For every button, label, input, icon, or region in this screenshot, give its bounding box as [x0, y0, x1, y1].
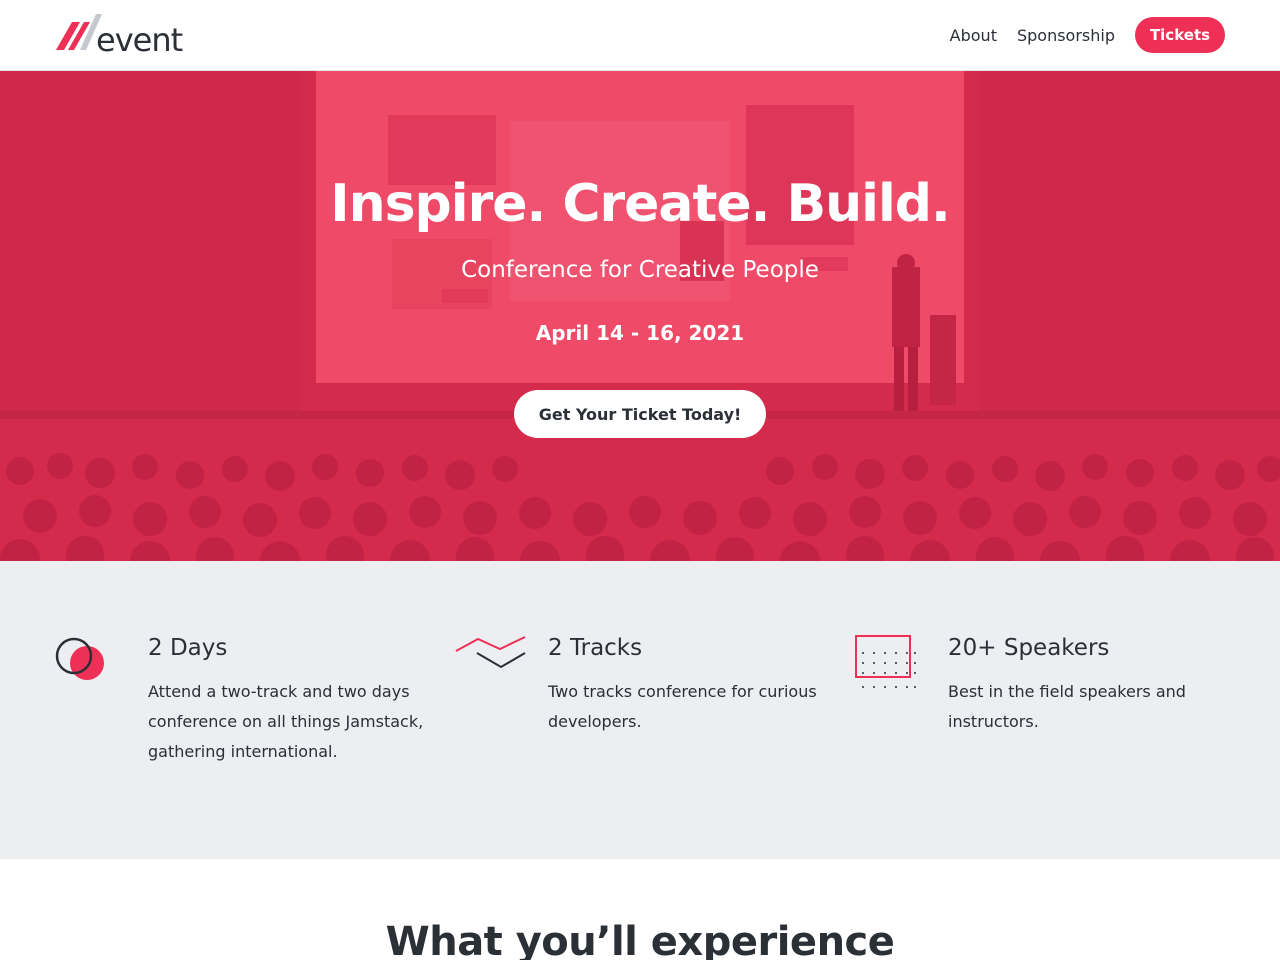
- logo-text: event: [96, 21, 183, 59]
- logo[interactable]: event: [54, 14, 183, 59]
- event-date: April 14 - 16, 2021: [535, 321, 745, 345]
- logo-mark-icon: [56, 14, 102, 50]
- feature-description: Two tracks conference for curious develo…: [548, 682, 817, 731]
- get-ticket-button[interactable]: Get Your Ticket Today!: [514, 390, 766, 438]
- tracks-icon: [455, 636, 526, 669]
- feature-title: 20+ Speakers: [948, 635, 1110, 661]
- feature-description: Attend a two-track and two days conferen…: [148, 682, 424, 761]
- nav-link-sponsorship[interactable]: Sponsorship: [1017, 26, 1115, 45]
- site-header: event About Sponsorship Tickets: [0, 0, 1280, 71]
- section-title: What you’ll experience: [385, 919, 895, 960]
- main-nav: About Sponsorship Tickets: [950, 17, 1225, 53]
- feature-description: Best in the field speakers and instructo…: [948, 682, 1186, 731]
- dot-grid-icon: [855, 635, 916, 688]
- hero-section: Inspire. Create. Build. Conference for C…: [0, 71, 1280, 561]
- feature-title: 2 Tracks: [548, 635, 643, 661]
- hero-title: Inspire. Create. Build.: [330, 174, 951, 234]
- feature-title: 2 Days: [148, 635, 228, 661]
- hero-subtitle: Conference for Creative People: [461, 257, 819, 283]
- tickets-button[interactable]: Tickets: [1135, 17, 1225, 53]
- nav-link-about[interactable]: About: [950, 26, 997, 45]
- hero-background-image: [0, 71, 1280, 561]
- features-section: 2 Days Attend a two-track and two days c…: [0, 561, 1280, 859]
- circles-icon: [55, 637, 104, 680]
- experience-section: What you’ll experience: [0, 859, 1280, 960]
